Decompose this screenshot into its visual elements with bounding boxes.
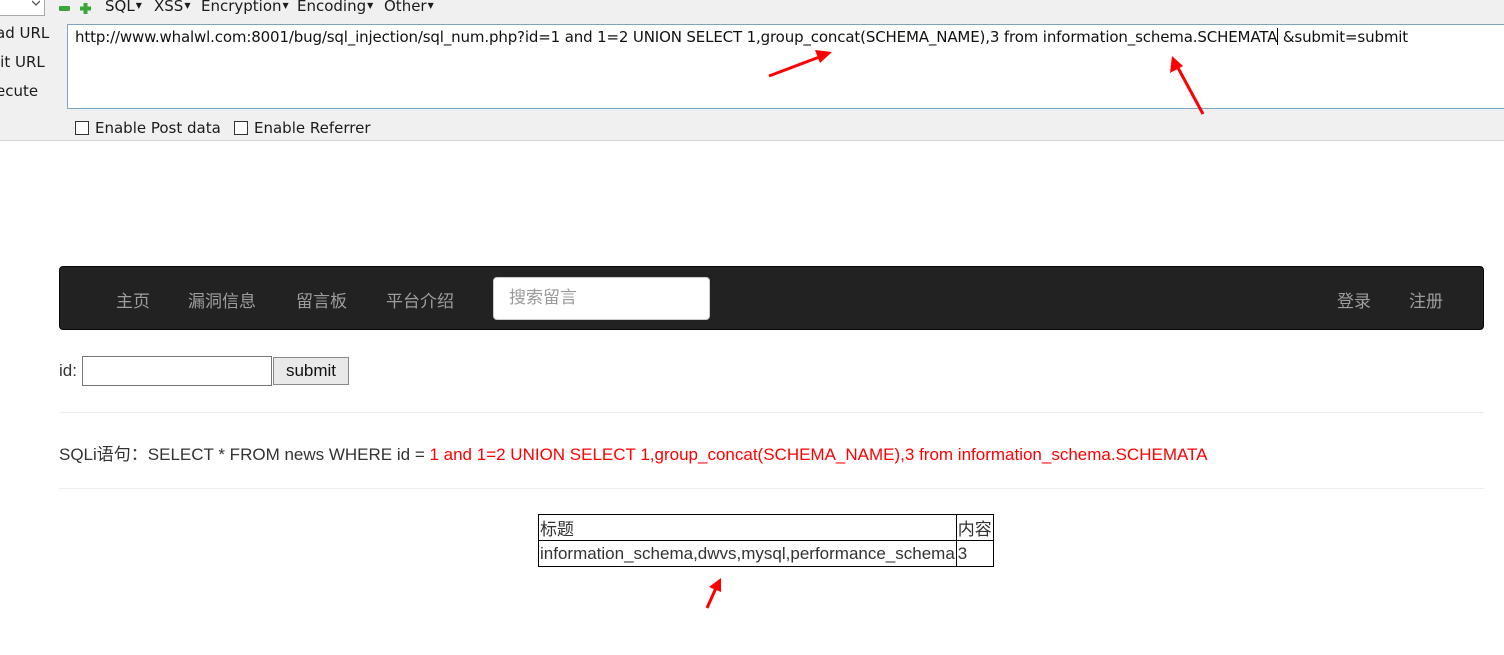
menu-sql[interactable]: SQL▼ [105,0,142,15]
dropdown-triangle-icon: ▼ [427,1,434,10]
hackbar-toolbar: SQL▼ XSS▼ Encryption▼ Encoding▼ Other▼ [0,0,1504,18]
nav-vuln-info[interactable]: 漏洞信息 [188,287,256,312]
nav-about-platform[interactable]: 平台介绍 [386,287,454,312]
menu-encoding[interactable]: Encoding▼ [297,0,373,15]
site-navbar: 主页 漏洞信息 留言板 平台介绍 登录 注册 [59,266,1484,330]
id-label: id: [59,361,77,380]
table-row: information_schema,dwvs,mysql,performanc… [538,540,994,567]
sqli-prefix: SQLi语句：SELECT * FROM news WHERE id = [59,445,430,464]
nav-home[interactable]: 主页 [116,287,150,312]
submit-button[interactable]: submit [273,357,349,385]
table-header-row: 标题 内容 [538,514,994,541]
nav-message-board[interactable]: 留言板 [296,287,347,312]
load-mode-select[interactable] [0,0,45,16]
plus-icon[interactable] [80,3,91,14]
enable-post-label: Enable Post data [95,119,221,137]
nav-register[interactable]: 注册 [1409,287,1443,312]
nav-login[interactable]: 登录 [1337,287,1371,312]
table-header-title: 标题 [538,514,957,541]
search-box [493,277,710,320]
menu-other[interactable]: Other▼ [384,0,434,15]
execute-button[interactable]: ecute [0,82,38,100]
menu-xss[interactable]: XSS▼ [154,0,190,15]
divider [59,412,1484,413]
dropdown-triangle-icon: ▼ [282,1,289,10]
table-cell-content: 3 [955,540,994,567]
url-text: http://www.whalwl.com:8001/bug/sql_injec… [75,28,1278,46]
dropdown-triangle-icon: ▼ [135,1,142,10]
enable-referrer-label: Enable Referrer [254,119,371,137]
hackbar-panel: ad URL lit URL ecute http://www.whalwl.c… [0,18,1504,141]
divider [59,488,1484,489]
result-table: 标题 内容 information_schema,dwvs,mysql,perf… [538,514,994,567]
dropdown-triangle-icon: ▼ [184,1,191,10]
sqli-statement: SQLi语句：SELECT * FROM news WHERE id = 1 a… [59,440,1208,465]
search-input[interactable] [494,278,699,318]
load-url-button[interactable]: ad URL [0,24,49,42]
enable-referrer-checkbox[interactable]: Enable Referrer [234,119,370,137]
url-textarea[interactable]: http://www.whalwl.com:8001/bug/sql_injec… [67,24,1504,109]
id-input[interactable] [82,356,272,386]
url-suffix-text: &submit=submit [1278,28,1409,46]
table-cell-title: information_schema,dwvs,mysql,performanc… [538,540,957,567]
dropdown-triangle-icon: ▼ [367,1,374,10]
table-header-content: 内容 [955,514,994,541]
checkbox-icon [75,121,89,135]
annotation-arrow [705,578,721,609]
checkbox-icon [234,121,248,135]
split-url-button[interactable]: lit URL [0,53,45,71]
sqli-value: 1 and 1=2 UNION SELECT 1,group_concat(SC… [429,445,1208,464]
minus-icon[interactable] [59,3,70,14]
enable-post-checkbox[interactable]: Enable Post data [75,119,221,137]
menu-encryption[interactable]: Encryption▼ [201,0,289,15]
chevron-down-icon [32,0,40,6]
